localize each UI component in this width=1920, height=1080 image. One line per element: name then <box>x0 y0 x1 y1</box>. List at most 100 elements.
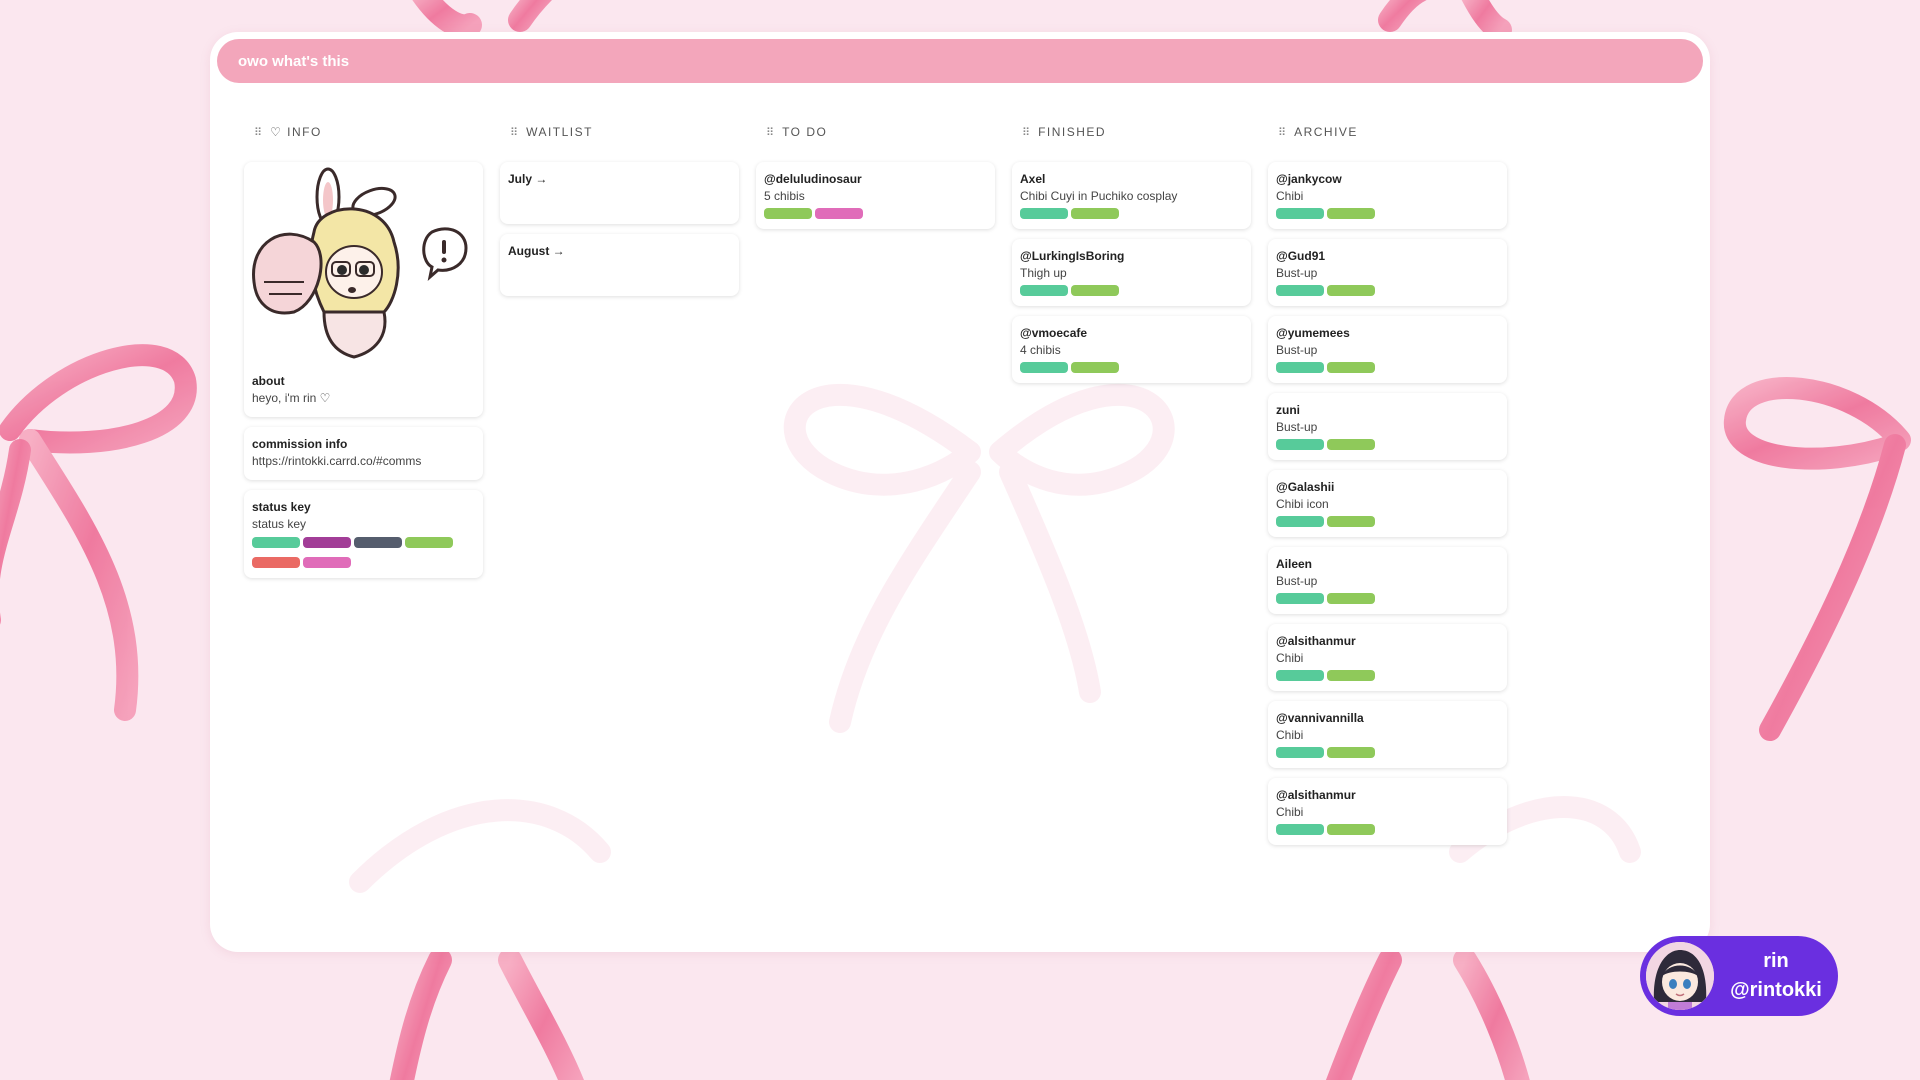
card-status-key[interactable]: status key status key <box>244 490 483 578</box>
column-finished: ⠿ FINISHED Axel Chibi Cuyi in Puchiko co… <box>1012 118 1251 855</box>
drag-handle-icon[interactable]: ⠿ <box>1022 126 1030 139</box>
label-green <box>1327 670 1375 681</box>
card-title: @deluludinosaur <box>764 172 862 186</box>
label-teal <box>1020 362 1068 373</box>
card-subtitle: status key <box>252 517 307 531</box>
column-header-todo[interactable]: ⠿ TO DO <box>756 118 995 146</box>
card-archive-item[interactable]: @alsithanmur Chibi <box>1268 624 1507 691</box>
label-list <box>764 208 987 219</box>
columns-container: ⠿ ♡ INFO about heyo, i'm rin ♡ commissio… <box>244 118 1507 855</box>
board-title: owo what's this <box>238 52 350 70</box>
card-todo-item[interactable]: @deluludinosaur 5 chibis <box>756 162 995 229</box>
card-title: @yumemees <box>1276 326 1350 340</box>
column-title: ♡ INFO <box>270 125 322 139</box>
card-subtitle: Bust-up <box>1276 266 1318 280</box>
card-title: @LurkingIsBoring <box>1020 249 1125 263</box>
label-list <box>1276 670 1499 681</box>
card-title: @jankycow <box>1276 172 1342 186</box>
card-title: Axel <box>1020 172 1046 186</box>
card-subtitle: Chibi <box>1276 805 1304 819</box>
label-teal <box>1276 285 1324 296</box>
label-purple <box>303 537 351 548</box>
label-list <box>1276 516 1499 527</box>
label-green <box>1327 362 1375 373</box>
card-archive-item[interactable]: @alsithanmur Chibi <box>1268 778 1507 845</box>
label-red <box>252 557 300 568</box>
kanban-board: owo what's this ⠿ ♡ INFO about heyo, i'm… <box>210 32 1710 952</box>
column-header-archive[interactable]: ⠿ ARCHIVE <box>1268 118 1507 146</box>
label-teal <box>1276 362 1324 373</box>
label-teal <box>1276 516 1324 527</box>
card-archive-item[interactable]: @vannivannilla Chibi <box>1268 701 1507 768</box>
label-green <box>1071 362 1119 373</box>
card-august[interactable]: August → <box>500 234 739 296</box>
card-archive-item[interactable]: zuni Bust-up <box>1268 393 1507 460</box>
card-title: Aileen <box>1276 557 1313 571</box>
card-archive-item[interactable]: @Galashii Chibi icon <box>1268 470 1507 537</box>
label-list <box>1020 285 1243 296</box>
column-archive: ⠿ ARCHIVE @jankycow Chibi @Gud91 Bust-up… <box>1268 118 1507 855</box>
column-title: ARCHIVE <box>1294 125 1358 139</box>
column-header-waitlist[interactable]: ⠿ WAITLIST <box>500 118 739 146</box>
card-subtitle: Chibi Cuyi in Puchiko cosplay <box>1020 189 1178 203</box>
label-teal <box>1276 747 1324 758</box>
card-commission-info[interactable]: commission info https://rintokki.carrd.c… <box>244 427 483 480</box>
label-list <box>252 537 475 568</box>
label-teal <box>1276 824 1324 835</box>
card-title: August → <box>508 244 565 258</box>
label-list <box>1276 747 1499 758</box>
profile-name: rin <box>1763 950 1789 972</box>
label-list <box>1276 439 1499 450</box>
column-info: ⠿ ♡ INFO about heyo, i'm rin ♡ commissio… <box>244 118 483 855</box>
label-list <box>1276 208 1499 219</box>
column-header-finished[interactable]: ⠿ FINISHED <box>1012 118 1251 146</box>
label-list <box>1276 285 1499 296</box>
card-finished-item[interactable]: @vmoecafe 4 chibis <box>1012 316 1251 383</box>
profile-handle: @rintokki <box>1730 979 1822 1001</box>
card-title: about <box>252 374 285 388</box>
label-green <box>764 208 812 219</box>
card-archive-item[interactable]: Aileen Bust-up <box>1268 547 1507 614</box>
label-green <box>405 537 453 548</box>
label-green <box>1071 208 1119 219</box>
card-about[interactable]: about heyo, i'm rin ♡ <box>244 162 483 417</box>
column-title: TO DO <box>782 125 828 139</box>
drag-handle-icon[interactable]: ⠿ <box>1278 126 1286 139</box>
card-july[interactable]: July → <box>500 162 739 224</box>
label-teal <box>252 537 300 548</box>
label-list <box>1276 362 1499 373</box>
card-title: @alsithanmur <box>1276 788 1356 802</box>
label-teal <box>1020 208 1068 219</box>
drag-handle-icon[interactable]: ⠿ <box>254 126 262 139</box>
column-title: WAITLIST <box>526 125 593 139</box>
drag-handle-icon[interactable]: ⠿ <box>766 126 774 139</box>
card-finished-item[interactable]: Axel Chibi Cuyi in Puchiko cosplay <box>1012 162 1251 229</box>
card-title: @Galashii <box>1276 480 1335 494</box>
card-title: commission info <box>252 437 348 451</box>
card-title: July → <box>508 172 548 186</box>
card-finished-item[interactable]: @LurkingIsBoring Thigh up <box>1012 239 1251 306</box>
card-subtitle: https://rintokki.carrd.co/#comms <box>252 454 422 468</box>
label-list <box>1276 593 1499 604</box>
label-green <box>1327 285 1375 296</box>
card-subtitle: Bust-up <box>1276 574 1318 588</box>
card-title: @Gud91 <box>1276 249 1326 263</box>
card-archive-item[interactable]: @Gud91 Bust-up <box>1268 239 1507 306</box>
card-title: status key <box>252 500 311 514</box>
card-subtitle: Bust-up <box>1276 343 1318 357</box>
column-header-info[interactable]: ⠿ ♡ INFO <box>244 118 483 146</box>
card-subtitle: Chibi icon <box>1276 497 1329 511</box>
drag-handle-icon[interactable]: ⠿ <box>510 126 518 139</box>
card-archive-item[interactable]: @jankycow Chibi <box>1268 162 1507 229</box>
card-archive-item[interactable]: @yumemees Bust-up <box>1268 316 1507 383</box>
label-green <box>1327 439 1375 450</box>
label-teal <box>1276 439 1324 450</box>
profile-badge[interactable]: rin @rintokki <box>1640 936 1838 1016</box>
board-title-bar: owo what's this <box>217 39 1703 83</box>
label-green <box>1327 208 1375 219</box>
label-slate <box>354 537 402 548</box>
card-title: @alsithanmur <box>1276 634 1356 648</box>
label-list <box>1276 824 1499 835</box>
label-green <box>1327 516 1375 527</box>
column-waitlist: ⠿ WAITLIST July → August → <box>500 118 739 855</box>
